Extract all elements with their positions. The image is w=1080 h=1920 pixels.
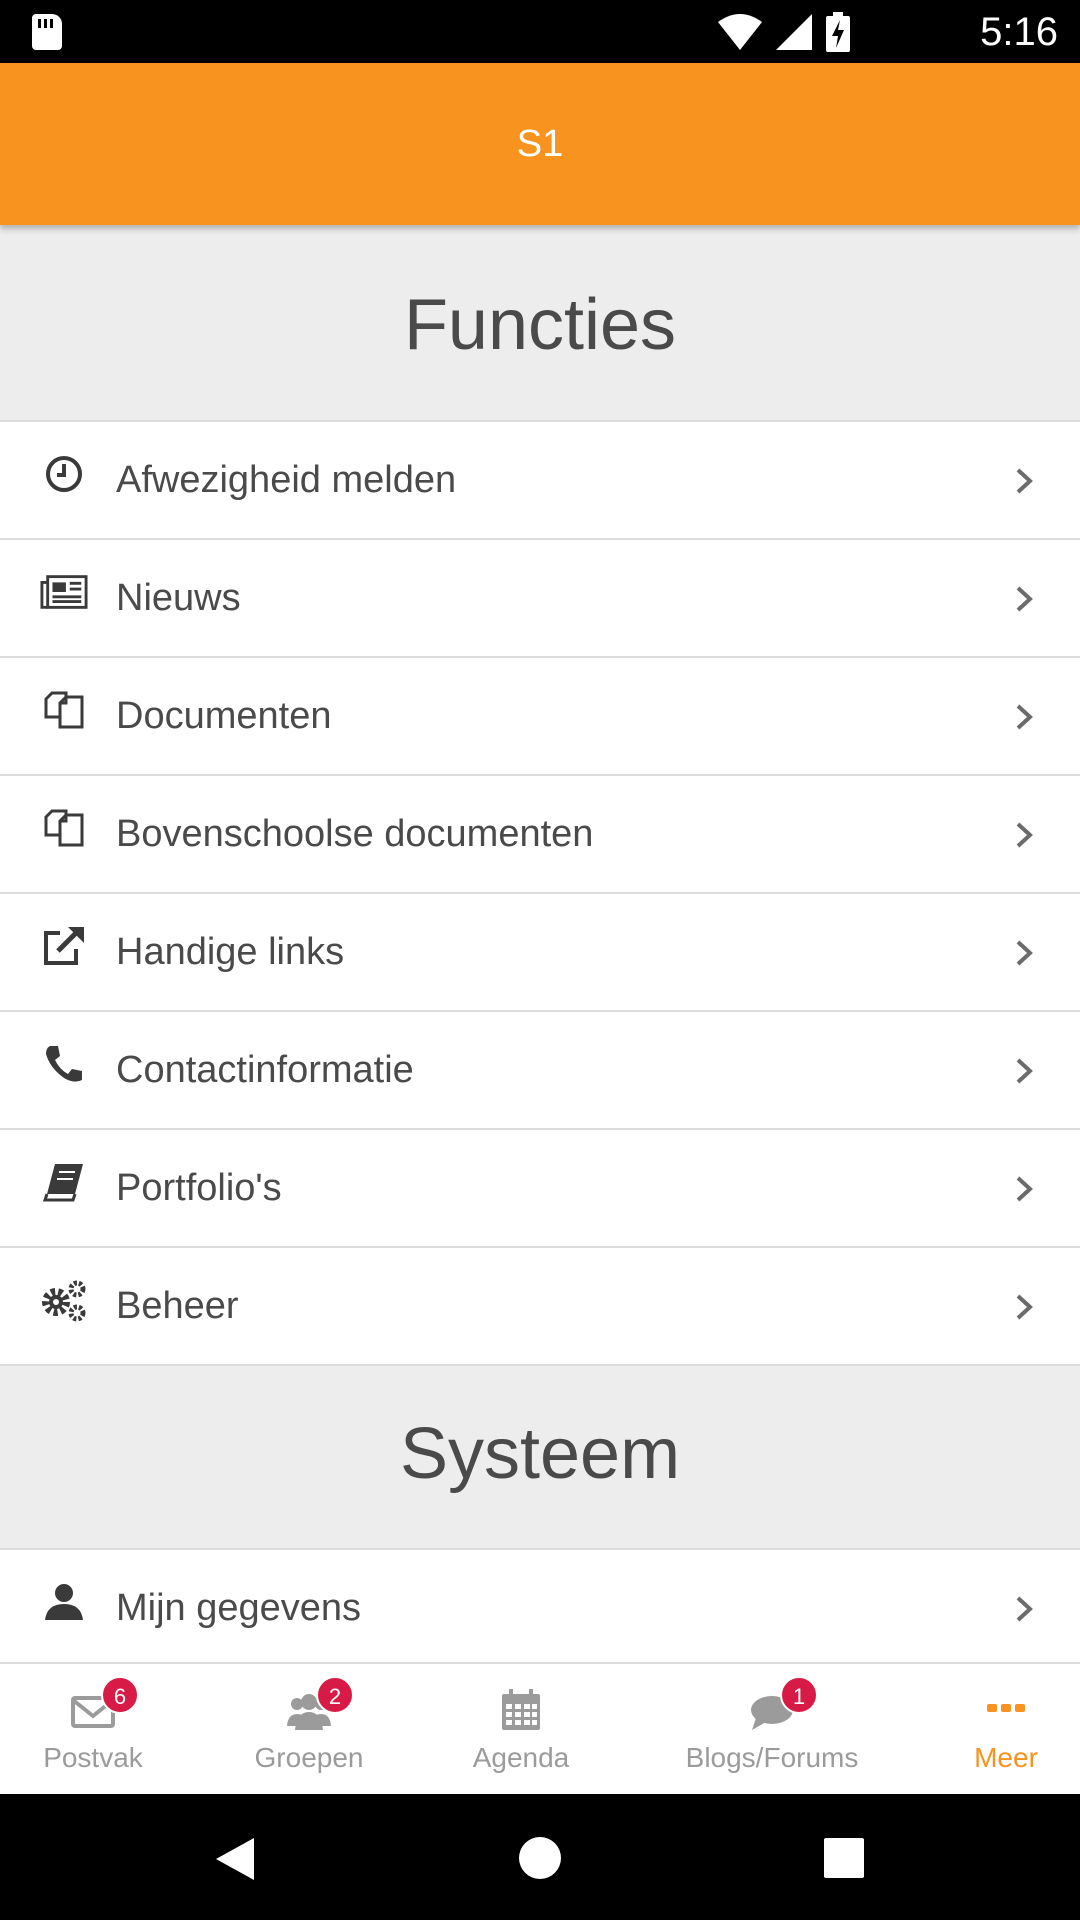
list-item-label: Afwezigheid melden (116, 459, 457, 501)
recents-icon[interactable] (824, 1838, 864, 1878)
tab-label: Blogs/Forums (685, 1742, 859, 1773)
status-bar: 5:16 (0, 0, 1080, 63)
list-item-mijn-gegevens[interactable]: Mijn gegevens (0, 1550, 1080, 1668)
tab-label: Groepen (254, 1742, 364, 1773)
list-item-label: Contactinformatie (116, 1049, 414, 1091)
status-time: 5:16 (980, 10, 1058, 54)
list-item-portfolios[interactable]: Portfolio's (0, 1130, 1080, 1248)
list-item-bovenschoolse-documenten[interactable]: Bovenschoolse documenten (0, 776, 1080, 894)
bottom-navigation: 6 Postvak 2 Groepen Agenda 1 Blogs/Forum… (0, 1662, 1080, 1794)
chevron-right-icon (1016, 704, 1033, 730)
signal-icon (776, 14, 812, 50)
list-item-label: Bovenschoolse documenten (116, 813, 594, 855)
book-icon (40, 1158, 88, 1206)
system-list: Mijn gegevens (0, 1548, 1080, 1668)
chevron-right-icon (1016, 1596, 1033, 1622)
newspaper-icon (40, 568, 88, 616)
battery-charging-icon (826, 12, 850, 52)
chevron-right-icon (1016, 586, 1033, 612)
notification-badge: 2 (316, 1676, 354, 1714)
list-item-label: Nieuws (116, 577, 241, 619)
status-icons (718, 12, 850, 52)
tab-postvak[interactable]: 6 Postvak (0, 1664, 186, 1794)
sd-card-icon (32, 14, 62, 50)
section-heading-functies: Functies (403, 285, 677, 365)
more-icon (987, 1704, 1025, 1712)
app-bar: S1 (0, 63, 1080, 225)
documents-icon (40, 686, 88, 734)
documents-icon (40, 804, 88, 852)
external-link-icon (40, 922, 88, 970)
chevron-right-icon (1016, 822, 1033, 848)
list-item-handige-links[interactable]: Handige links (0, 894, 1080, 1012)
section-heading-systeem: Systeem (399, 1414, 681, 1494)
tab-meer[interactable]: Meer (936, 1664, 1076, 1794)
tab-label: Agenda (472, 1742, 570, 1773)
wifi-icon (718, 14, 762, 50)
user-icon (40, 1578, 88, 1626)
list-item-contactinformatie[interactable]: Contactinformatie (0, 1012, 1080, 1130)
tab-label: Meer (974, 1742, 1038, 1773)
clock-icon (40, 450, 88, 498)
back-icon[interactable] (214, 1836, 256, 1882)
list-item-nieuws[interactable]: Nieuws (0, 540, 1080, 658)
tab-agenda[interactable]: Agenda (428, 1664, 614, 1794)
list-item-label: Documenten (116, 695, 332, 737)
list-item-label: Handige links (116, 931, 345, 973)
list-item-label: Portfolio's (116, 1167, 282, 1209)
tab-label: Postvak (43, 1742, 143, 1773)
functions-list: Afwezigheid melden Nieuws Documenten Bov… (0, 420, 1080, 1366)
chevron-right-icon (1016, 468, 1033, 494)
system-navigation-bar (0, 1794, 1080, 1920)
chevron-right-icon (1016, 1058, 1033, 1084)
home-icon[interactable] (518, 1836, 562, 1880)
app-title: S1 (516, 123, 564, 165)
gears-icon (40, 1276, 88, 1324)
list-item-label: Mijn gegevens (116, 1587, 362, 1629)
phone-icon (40, 1040, 88, 1088)
calendar-icon (502, 1689, 540, 1730)
list-item-label: Beheer (116, 1285, 239, 1327)
tab-groepen[interactable]: 2 Groepen (216, 1664, 402, 1794)
list-item-beheer[interactable]: Beheer (0, 1248, 1080, 1366)
notification-badge: 1 (780, 1676, 818, 1714)
chevron-right-icon (1016, 940, 1033, 966)
list-item-documenten[interactable]: Documenten (0, 658, 1080, 776)
list-item-afwezigheid-melden[interactable]: Afwezigheid melden (0, 422, 1080, 540)
chevron-right-icon (1016, 1176, 1033, 1202)
chevron-right-icon (1016, 1294, 1033, 1320)
notification-badge: 6 (101, 1676, 139, 1714)
tab-blogs-forums[interactable]: 1 Blogs/Forums (662, 1664, 882, 1794)
